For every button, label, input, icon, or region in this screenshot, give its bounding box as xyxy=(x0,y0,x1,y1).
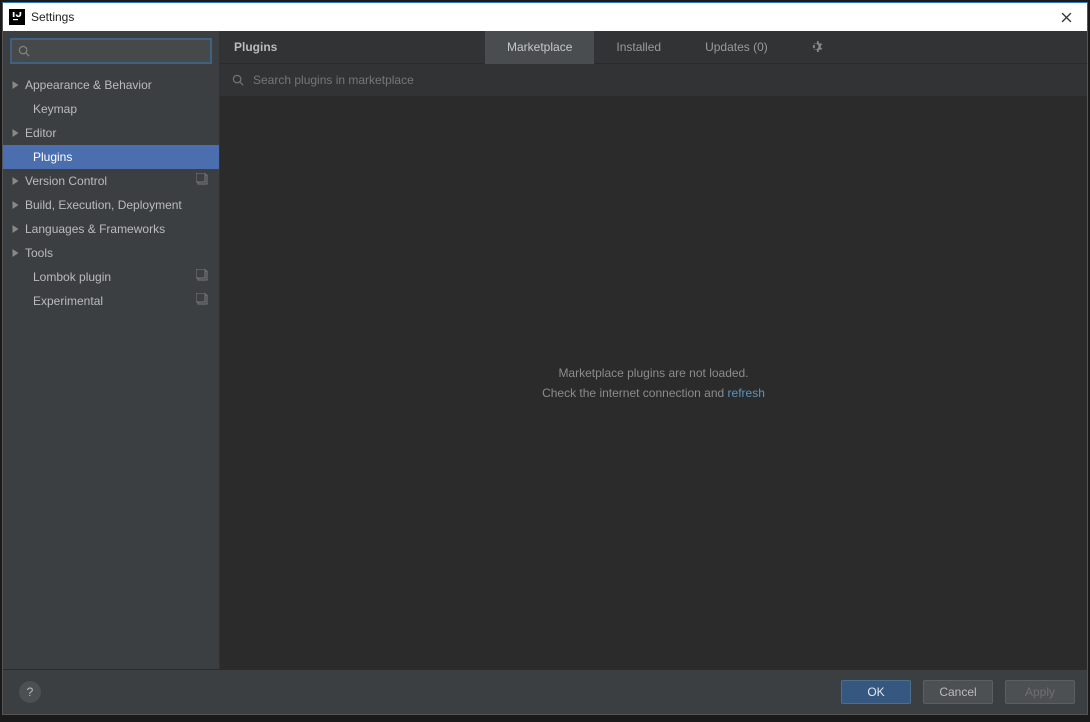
tab-updates[interactable]: Updates (0) xyxy=(683,31,790,64)
sidebar-item-label: Languages & Frameworks xyxy=(25,222,165,236)
sidebar-item-languages-frameworks[interactable]: Languages & Frameworks xyxy=(3,217,219,241)
empty-state-line2: Check the internet connection and refres… xyxy=(542,386,765,400)
sidebar-item-plugins[interactable]: Plugins xyxy=(3,145,219,169)
content-area: Plugins Marketplace Installed Updates (0… xyxy=(220,31,1087,669)
empty-state-prefix: Check the internet connection and xyxy=(542,386,727,400)
sidebar-item-tools[interactable]: Tools xyxy=(3,241,219,265)
sidebar-item-appearance-behavior[interactable]: Appearance & Behavior xyxy=(3,73,219,97)
chevron-right-icon xyxy=(9,81,21,89)
project-scope-icon xyxy=(196,173,209,189)
settings-dialog: IJ Settings Appearance & Behavior Keymap xyxy=(2,2,1088,715)
sidebar-item-lombok-plugin[interactable]: Lombok plugin xyxy=(3,265,219,289)
plugin-settings-button[interactable] xyxy=(798,40,838,55)
plugin-search[interactable] xyxy=(220,64,1087,97)
search-icon xyxy=(232,74,245,87)
sidebar-item-label: Keymap xyxy=(33,102,77,116)
empty-state-line1: Marketplace plugins are not loaded. xyxy=(558,366,748,380)
sidebar-item-version-control[interactable]: Version Control xyxy=(3,169,219,193)
sidebar-item-label: Appearance & Behavior xyxy=(25,78,152,92)
help-button[interactable]: ? xyxy=(19,681,41,703)
sidebar-item-experimental[interactable]: Experimental xyxy=(3,289,219,313)
sidebar-item-label: Plugins xyxy=(33,150,72,164)
tab-marketplace[interactable]: Marketplace xyxy=(485,31,594,64)
gear-icon xyxy=(810,40,825,55)
svg-text:IJ: IJ xyxy=(12,12,22,20)
project-scope-icon xyxy=(196,293,209,309)
refresh-link[interactable]: refresh xyxy=(728,386,765,400)
sidebar-item-label: Editor xyxy=(25,126,56,140)
content-header: Plugins Marketplace Installed Updates (0… xyxy=(220,31,1087,64)
apply-button[interactable]: Apply xyxy=(1005,680,1075,704)
sidebar-search[interactable] xyxy=(11,39,211,63)
cancel-button[interactable]: Cancel xyxy=(923,680,993,704)
titlebar: IJ Settings xyxy=(3,3,1087,31)
ok-button[interactable]: OK xyxy=(841,680,911,704)
settings-sidebar: Appearance & Behavior Keymap Editor Plug… xyxy=(3,31,220,669)
chevron-right-icon xyxy=(9,225,21,233)
app-icon: IJ xyxy=(9,9,25,25)
sidebar-item-editor[interactable]: Editor xyxy=(3,121,219,145)
window-title: Settings xyxy=(31,10,1051,24)
tab-installed[interactable]: Installed xyxy=(594,31,683,64)
chevron-right-icon xyxy=(9,249,21,257)
chevron-right-icon xyxy=(9,201,21,209)
chevron-right-icon xyxy=(9,129,21,137)
page-title: Plugins xyxy=(220,40,485,54)
dialog-body: Appearance & Behavior Keymap Editor Plug… xyxy=(3,31,1087,669)
sidebar-item-label: Lombok plugin xyxy=(33,270,111,284)
settings-tree: Appearance & Behavior Keymap Editor Plug… xyxy=(3,71,219,669)
sidebar-item-build-execution-deployment[interactable]: Build, Execution, Deployment xyxy=(3,193,219,217)
content-body: Marketplace plugins are not loaded. Chec… xyxy=(220,97,1087,669)
sidebar-item-keymap[interactable]: Keymap xyxy=(3,97,219,121)
sidebar-item-label: Experimental xyxy=(33,294,103,308)
sidebar-item-label: Tools xyxy=(25,246,53,260)
plugin-tabs: Marketplace Installed Updates (0) xyxy=(485,31,790,64)
sidebar-item-label: Version Control xyxy=(25,174,107,188)
close-button[interactable] xyxy=(1051,3,1081,31)
sidebar-item-label: Build, Execution, Deployment xyxy=(25,198,182,212)
sidebar-search-input[interactable] xyxy=(35,44,204,58)
dialog-footer: ? OK Cancel Apply xyxy=(3,669,1087,714)
plugin-search-input[interactable] xyxy=(253,73,1075,87)
project-scope-icon xyxy=(196,269,209,285)
chevron-right-icon xyxy=(9,177,21,185)
search-icon xyxy=(18,45,31,58)
